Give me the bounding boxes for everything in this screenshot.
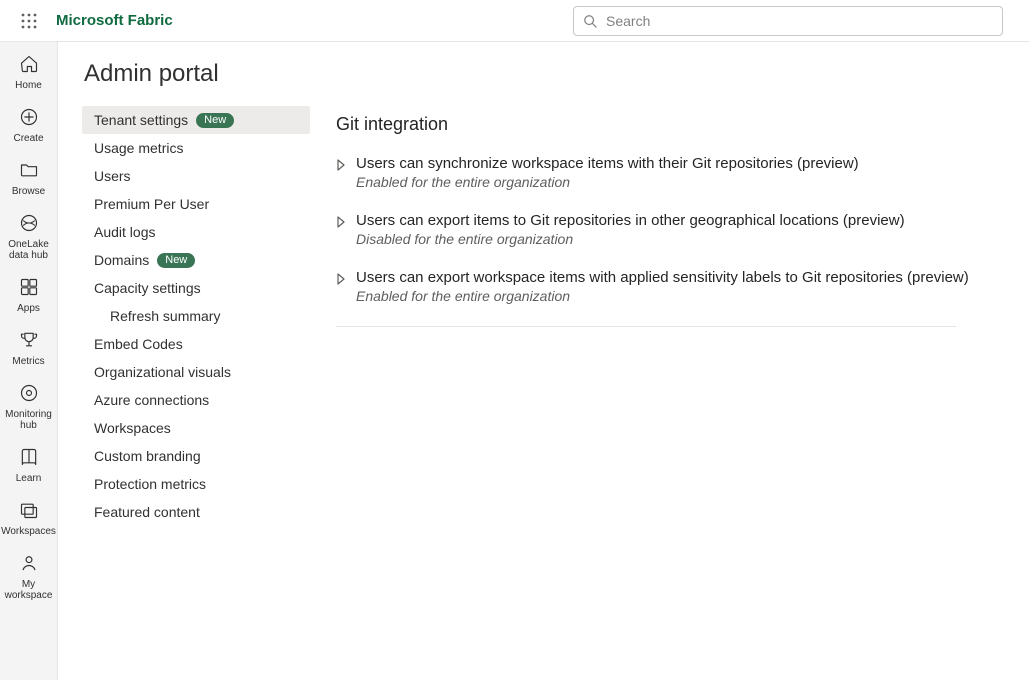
rail-item-create[interactable]: Create [0, 101, 57, 150]
subnav-label: Premium Per User [94, 196, 209, 212]
subnav-label: Custom branding [94, 448, 201, 464]
rail-item-learn[interactable]: Learn [0, 441, 57, 490]
setting-title: Users can export workspace items with ap… [356, 269, 969, 286]
subnav-label: Refresh summary [110, 308, 220, 324]
subnav-label: Usage metrics [94, 140, 183, 156]
new-badge: New [196, 113, 234, 128]
person-icon [19, 553, 39, 576]
search-wrap [573, 6, 1003, 36]
expand-caret-icon[interactable] [336, 158, 346, 190]
subnav-custom-branding[interactable]: Custom branding [82, 442, 310, 470]
rail-label: Workspaces [0, 526, 59, 537]
page-title: Admin portal [84, 60, 1005, 88]
subnav-label: Azure connections [94, 392, 209, 408]
rail-item-apps[interactable]: Apps [0, 271, 57, 320]
setting-status: Enabled for the entire organization [356, 174, 859, 190]
search-input[interactable] [573, 6, 1003, 36]
rail-item-home[interactable]: Home [0, 48, 57, 97]
rail-label: Metrics [9, 356, 47, 367]
settings-panel: Git integration Users can synchronize wo… [336, 106, 1005, 327]
setting-title: Users can synchronize workspace items wi… [356, 155, 859, 172]
setting-row: Users can export workspace items with ap… [336, 269, 1005, 304]
rail-label: My workspace [0, 579, 57, 601]
rail-item-metrics[interactable]: Metrics [0, 324, 57, 373]
main-content: Admin portal Tenant settings New Usage m… [58, 42, 1029, 680]
setting-row: Users can export items to Git repositori… [336, 212, 1005, 247]
rail-item-onelake[interactable]: OneLake data hub [0, 207, 57, 267]
brand-label: Microsoft Fabric [56, 12, 173, 29]
subnav-capacity-settings[interactable]: Capacity settings [82, 274, 310, 302]
subnav-label: Audit logs [94, 224, 155, 240]
rail-item-workspaces[interactable]: Workspaces [0, 494, 57, 543]
rail-label: Learn [13, 473, 45, 484]
expand-caret-icon[interactable] [336, 215, 346, 247]
subnav-label: Domains [94, 252, 149, 268]
subnav-label: Protection metrics [94, 476, 206, 492]
rail-item-monitoring[interactable]: Monitoring hub [0, 377, 57, 437]
data-hub-icon [19, 213, 39, 236]
subnav-label: Tenant settings [94, 112, 188, 128]
rail-label: Home [12, 80, 45, 91]
setting-row: Users can synchronize workspace items wi… [336, 155, 1005, 190]
setting-title: Users can export items to Git repositori… [356, 212, 905, 229]
panel-title: Git integration [336, 114, 1005, 135]
expand-caret-icon[interactable] [336, 272, 346, 304]
apps-icon [19, 277, 39, 300]
subnav-protection-metrics[interactable]: Protection metrics [82, 470, 310, 498]
subnav-label: Organizational visuals [94, 364, 231, 380]
rail-item-browse[interactable]: Browse [0, 154, 57, 203]
trophy-icon [19, 330, 39, 353]
subnav-embed-codes[interactable]: Embed Codes [82, 330, 310, 358]
rail-label: Monitoring hub [0, 409, 57, 431]
setting-status: Disabled for the entire organization [356, 231, 905, 247]
subnav-premium-per-user[interactable]: Premium Per User [82, 190, 310, 218]
plus-circle-icon [19, 107, 39, 130]
app-launcher-icon[interactable] [12, 4, 46, 38]
subnav-label: Capacity settings [94, 280, 201, 296]
subnav-users[interactable]: Users [82, 162, 310, 190]
subnav-tenant-settings[interactable]: Tenant settings New [82, 106, 310, 134]
subnav-label: Embed Codes [94, 336, 183, 352]
subnav-azure-connections[interactable]: Azure connections [82, 386, 310, 414]
new-badge: New [157, 253, 195, 268]
admin-subnav: Tenant settings New Usage metrics Users … [82, 106, 310, 526]
subnav-organizational-visuals[interactable]: Organizational visuals [82, 358, 310, 386]
folder-icon [19, 160, 39, 183]
rail-label: Apps [14, 303, 43, 314]
rail-label: Create [10, 133, 46, 144]
top-bar: Microsoft Fabric [0, 0, 1029, 42]
nav-rail: Home Create Browse OneLake data hub Apps [0, 42, 58, 680]
subnav-label: Users [94, 168, 131, 184]
rail-item-my-workspace[interactable]: My workspace [0, 547, 57, 607]
subnav-label: Featured content [94, 504, 200, 520]
setting-status: Enabled for the entire organization [356, 288, 969, 304]
subnav-featured-content[interactable]: Featured content [82, 498, 310, 526]
subnav-refresh-summary[interactable]: Refresh summary [82, 302, 310, 330]
home-icon [19, 54, 39, 77]
rail-label: OneLake data hub [0, 239, 57, 261]
subnav-workspaces[interactable]: Workspaces [82, 414, 310, 442]
book-icon [19, 447, 39, 470]
rail-label: Browse [9, 186, 48, 197]
subnav-audit-logs[interactable]: Audit logs [82, 218, 310, 246]
monitoring-icon [19, 383, 39, 406]
workspaces-icon [19, 500, 39, 523]
subnav-label: Workspaces [94, 420, 171, 436]
divider [336, 326, 956, 327]
subnav-usage-metrics[interactable]: Usage metrics [82, 134, 310, 162]
subnav-domains[interactable]: Domains New [82, 246, 310, 274]
